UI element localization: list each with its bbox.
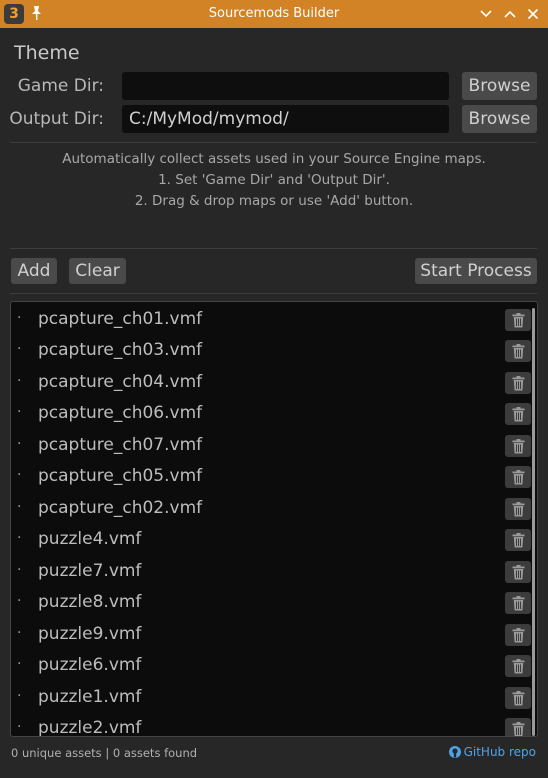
bullet: · bbox=[17, 436, 22, 452]
output-dir-browse-button[interactable]: Browse bbox=[462, 105, 537, 133]
app-icon[interactable]: 3 bbox=[4, 4, 24, 24]
trash-icon[interactable] bbox=[505, 624, 531, 646]
trash-icon[interactable] bbox=[505, 718, 531, 736]
trash-icon[interactable] bbox=[505, 687, 531, 709]
file-name: puzzle7.vmf bbox=[38, 561, 142, 581]
trash-icon[interactable] bbox=[505, 309, 531, 331]
bullet: · bbox=[17, 310, 22, 326]
theme-menu[interactable]: Theme bbox=[14, 42, 80, 64]
trash-icon[interactable] bbox=[505, 561, 531, 583]
list-item[interactable]: · pcapture_ch05.vmf bbox=[11, 462, 506, 493]
github-repo-label: GitHub repo bbox=[463, 745, 536, 759]
github-icon bbox=[448, 746, 461, 758]
bullet: · bbox=[17, 719, 22, 735]
bullet: · bbox=[17, 562, 22, 578]
github-repo-link[interactable]: GitHub repo bbox=[448, 745, 536, 759]
file-name: pcapture_ch01.vmf bbox=[38, 309, 203, 329]
file-name: puzzle9.vmf bbox=[38, 624, 142, 644]
list-item[interactable]: · puzzle1.vmf bbox=[11, 683, 506, 714]
list-item[interactable]: · puzzle8.vmf bbox=[11, 588, 506, 619]
file-name: puzzle8.vmf bbox=[38, 592, 142, 612]
list-item[interactable]: · pcapture_ch04.vmf bbox=[11, 368, 506, 399]
game-dir-input[interactable] bbox=[122, 72, 449, 100]
trash-icon[interactable] bbox=[505, 529, 531, 551]
list-scrollbar[interactable] bbox=[532, 308, 535, 736]
file-name: pcapture_ch04.vmf bbox=[38, 372, 203, 392]
trash-icon[interactable] bbox=[505, 403, 531, 425]
instructions-line-1: Automatically collect assets used in you… bbox=[62, 151, 486, 167]
file-name: pcapture_ch02.vmf bbox=[38, 498, 203, 518]
trash-icon[interactable] bbox=[505, 498, 531, 520]
clear-button[interactable]: Clear bbox=[69, 258, 126, 284]
bullet: · bbox=[17, 341, 22, 357]
file-name: puzzle2.vmf bbox=[38, 718, 142, 737]
game-dir-label: Game Dir: bbox=[17, 76, 104, 96]
game-dir-browse-button[interactable]: Browse bbox=[462, 72, 537, 100]
trash-icon[interactable] bbox=[505, 372, 531, 394]
chevron-up-icon[interactable] bbox=[500, 4, 520, 24]
divider bbox=[10, 293, 537, 294]
start-process-button[interactable]: Start Process bbox=[415, 258, 537, 284]
trash-icon[interactable] bbox=[505, 466, 531, 488]
bullet: · bbox=[17, 404, 22, 420]
output-dir-label: Output Dir: bbox=[9, 109, 104, 129]
asset-status: 0 unique assets | 0 assets found bbox=[11, 746, 198, 760]
divider bbox=[10, 142, 537, 143]
add-button[interactable]: Add bbox=[11, 258, 57, 284]
bullet: · bbox=[17, 625, 22, 641]
list-item[interactable]: · puzzle6.vmf bbox=[11, 651, 506, 682]
output-dir-input[interactable]: C:/MyMod/mymod/ bbox=[122, 105, 449, 133]
list-item[interactable]: · pcapture_ch01.vmf bbox=[11, 305, 506, 336]
file-name: puzzle6.vmf bbox=[38, 655, 142, 675]
title-bar: 3 Sourcemods Builder bbox=[0, 0, 548, 28]
bullet: · bbox=[17, 373, 22, 389]
chevron-down-icon[interactable] bbox=[476, 4, 496, 24]
file-name: puzzle4.vmf bbox=[38, 529, 142, 549]
bullet: · bbox=[17, 467, 22, 483]
trash-icon[interactable] bbox=[505, 655, 531, 677]
trash-icon[interactable] bbox=[505, 340, 531, 362]
file-name: puzzle1.vmf bbox=[38, 687, 142, 707]
divider bbox=[10, 248, 537, 249]
instructions-line-3: 2. Drag & drop maps or use 'Add' button. bbox=[134, 193, 414, 209]
file-name: pcapture_ch05.vmf bbox=[38, 466, 203, 486]
file-name: pcapture_ch03.vmf bbox=[38, 340, 203, 360]
pin-icon[interactable] bbox=[30, 5, 43, 25]
list-item[interactable]: · pcapture_ch02.vmf bbox=[11, 494, 506, 525]
bullet: · bbox=[17, 688, 22, 704]
list-item[interactable]: · pcapture_ch03.vmf bbox=[11, 336, 506, 367]
file-name: pcapture_ch06.vmf bbox=[38, 403, 203, 423]
window-title: Sourcemods Builder bbox=[208, 6, 340, 21]
list-item[interactable]: · pcapture_ch06.vmf bbox=[11, 399, 506, 430]
list-item[interactable]: · puzzle7.vmf bbox=[11, 557, 506, 588]
file-name: pcapture_ch07.vmf bbox=[38, 435, 203, 455]
instructions-line-2: 1. Set 'Game Dir' and 'Output Dir'. bbox=[158, 172, 390, 188]
list-item[interactable]: · pcapture_ch07.vmf bbox=[11, 431, 506, 462]
list-item[interactable]: · puzzle9.vmf bbox=[11, 620, 506, 651]
close-icon[interactable] bbox=[523, 4, 543, 24]
list-item[interactable]: · puzzle2.vmf bbox=[11, 714, 506, 737]
bullet: · bbox=[17, 593, 22, 609]
list-item[interactable]: · puzzle4.vmf bbox=[11, 525, 506, 556]
bullet: · bbox=[17, 499, 22, 515]
bullet: · bbox=[17, 530, 22, 546]
trash-icon[interactable] bbox=[505, 435, 531, 457]
bullet: · bbox=[17, 656, 22, 672]
trash-icon[interactable] bbox=[505, 592, 531, 614]
file-list[interactable]: · pcapture_ch01.vmf · pcapture_ch03.vmf … bbox=[10, 301, 538, 737]
